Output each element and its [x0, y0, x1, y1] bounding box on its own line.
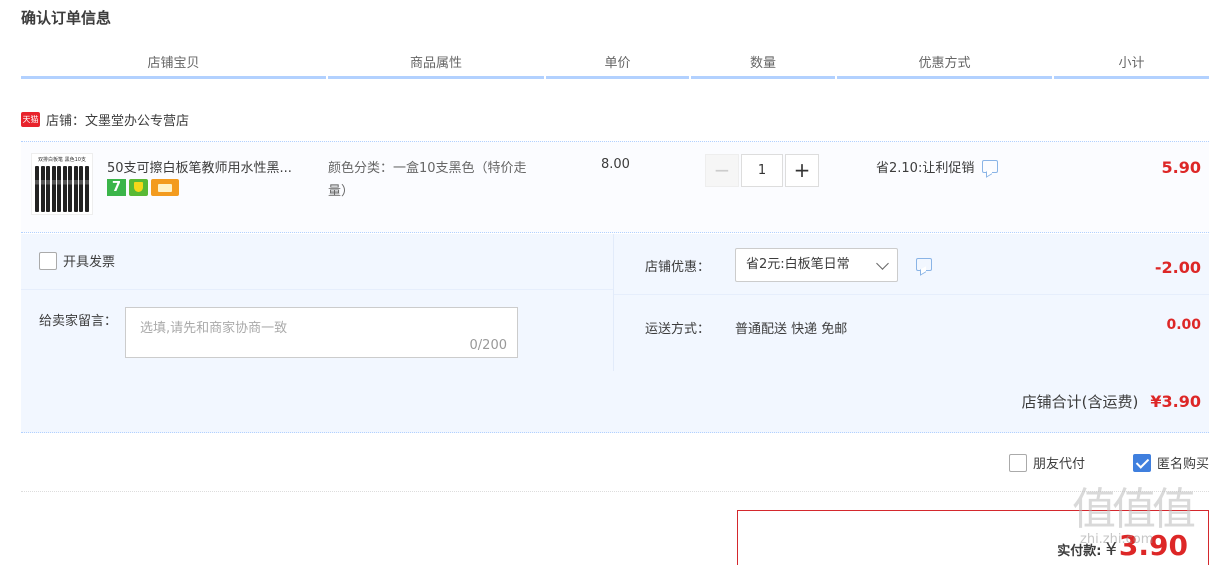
shipping-amount: 0.00	[1166, 317, 1201, 333]
friend-pay-checkbox[interactable]	[1008, 453, 1027, 472]
shop-coupon-select[interactable]: 省2元:白板笔日常	[735, 248, 898, 282]
friend-pay-option[interactable]: 朋友代付	[1008, 453, 1085, 472]
quantity-stepper: − 1 +	[705, 154, 819, 187]
column-header-subtotal: 小计	[1054, 55, 1209, 79]
order-item: 双排白板笔 黑色10支 50支可擦白板笔教师用水性黑... 7 颜色分类：一盒1…	[21, 141, 1209, 233]
product-thumbnail[interactable]: 双排白板笔 黑色10支	[31, 153, 93, 215]
anonymous-purchase-label: 匿名购买	[1156, 457, 1209, 472]
service-badges: 7	[107, 179, 179, 196]
product-title[interactable]: 50支可擦白板笔教师用水性黑...	[107, 157, 292, 176]
friend-pay-label: 朋友代付	[1032, 457, 1085, 472]
shop-name[interactable]: 店铺：文墨堂办公专营店	[46, 110, 189, 129]
page-title: 确认订单信息	[21, 9, 112, 27]
comment-icon[interactable]	[982, 160, 999, 173]
seller-message-input[interactable]: 选填,请先和商家协商一致 0/200	[125, 307, 518, 358]
order-extras: 开具发票 给卖家留言： 选填,请先和商家协商一致 0/200 店铺优惠： 省2元…	[21, 234, 1209, 433]
column-headers: 店铺宝贝 商品属性 单价 数量 优惠方式 小计	[21, 55, 1209, 79]
column-header-discount: 优惠方式	[837, 55, 1052, 79]
invoice-option[interactable]: 开具发票	[39, 251, 115, 270]
product-attributes: 颜色分类：一盒10支黑色（特价走量）	[328, 161, 527, 199]
anonymous-purchase-checkbox[interactable]	[1132, 453, 1151, 472]
shop-total: 店铺合计(含运费) ¥3.90	[1022, 391, 1201, 412]
item-discount: 省2.10:让利促销	[876, 157, 999, 176]
shop-row: 天猫 店铺：文墨堂办公专营店	[21, 110, 189, 129]
shop-coupon-label: 店铺优惠：	[645, 260, 711, 275]
watermark-url: zhi.zhi.com	[1080, 532, 1154, 547]
chevron-down-icon	[876, 257, 889, 270]
shop-coupon-amount: -2.00	[1154, 258, 1201, 277]
shop-total-amount: ¥3.90	[1150, 392, 1201, 411]
seven-day-return-icon[interactable]: 7	[107, 179, 126, 196]
thumbnail-caption: 双排白板笔 黑色10支	[38, 157, 86, 163]
item-discount-text: 省2.10:让利促销	[876, 161, 975, 176]
comment-icon[interactable]	[916, 258, 932, 271]
quantity-input[interactable]: 1	[741, 154, 783, 187]
seller-message-label: 给卖家留言：	[39, 314, 118, 329]
character-counter: 0/200	[469, 338, 507, 353]
column-header-attributes: 商品属性	[328, 55, 544, 79]
shipping-method: 普通配送 快递 免邮	[735, 322, 848, 337]
quantity-increase-button[interactable]: +	[785, 154, 819, 187]
unit-price: 8.00	[601, 157, 630, 172]
column-header-quantity: 数量	[691, 55, 835, 79]
column-header-shop-item: 店铺宝贝	[21, 55, 326, 79]
watermark-logo: 值值值 zhi.zhi.com	[1072, 488, 1222, 558]
shop-coupon-selected: 省2元:白板笔日常	[746, 257, 850, 272]
shop-total-label: 店铺合计(含运费)	[1021, 393, 1139, 411]
divider	[21, 289, 613, 290]
item-subtotal: 5.90	[1161, 158, 1201, 177]
watermark-chars: 值值值	[1072, 484, 1196, 535]
divider	[613, 234, 614, 371]
divider	[614, 294, 1209, 295]
pens-image	[35, 166, 89, 212]
tmall-icon: 天猫	[21, 112, 40, 127]
column-header-unit-price: 单价	[546, 55, 689, 79]
credit-card-icon[interactable]	[151, 179, 179, 196]
invoice-label: 开具发票	[63, 255, 116, 270]
quantity-decrease-button[interactable]: −	[705, 154, 739, 187]
guarantee-shield-icon[interactable]	[129, 179, 148, 196]
anonymous-purchase-option[interactable]: 匿名购买	[1132, 453, 1209, 472]
order-options: 朋友代付 匿名购买	[961, 453, 1209, 472]
seller-message-placeholder: 选填,请先和商家协商一致	[140, 321, 288, 336]
invoice-checkbox[interactable]	[39, 251, 57, 270]
divider	[21, 491, 1209, 492]
shipping-label: 运送方式：	[645, 322, 711, 337]
